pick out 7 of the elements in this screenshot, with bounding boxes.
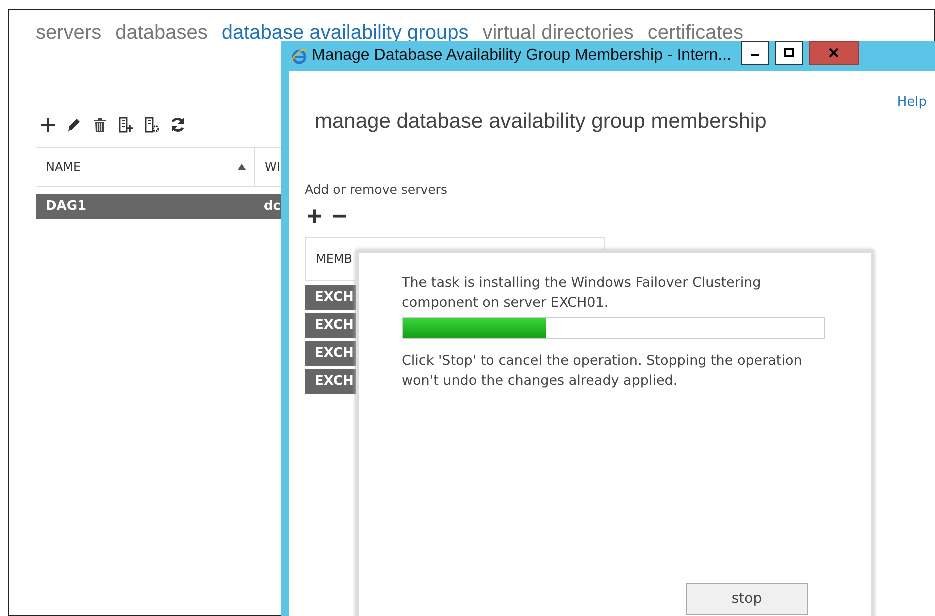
progress-note: Click 'Stop' to cancel the operation. Stopping the operation won't undo the changes already applied. (402, 352, 804, 391)
progress-message: The task is installing the Windows Failover Clustering component on server EXCH01. (402, 274, 762, 313)
window-title: Manage Database Availability Group Membership - Intern... (312, 47, 732, 65)
section-label: Add or remove servers (305, 182, 448, 197)
table-cell-text: dc (263, 199, 282, 214)
dialog-heading: manage database availability group membership (315, 110, 768, 134)
table-cell-text: DAG1 (45, 199, 88, 214)
